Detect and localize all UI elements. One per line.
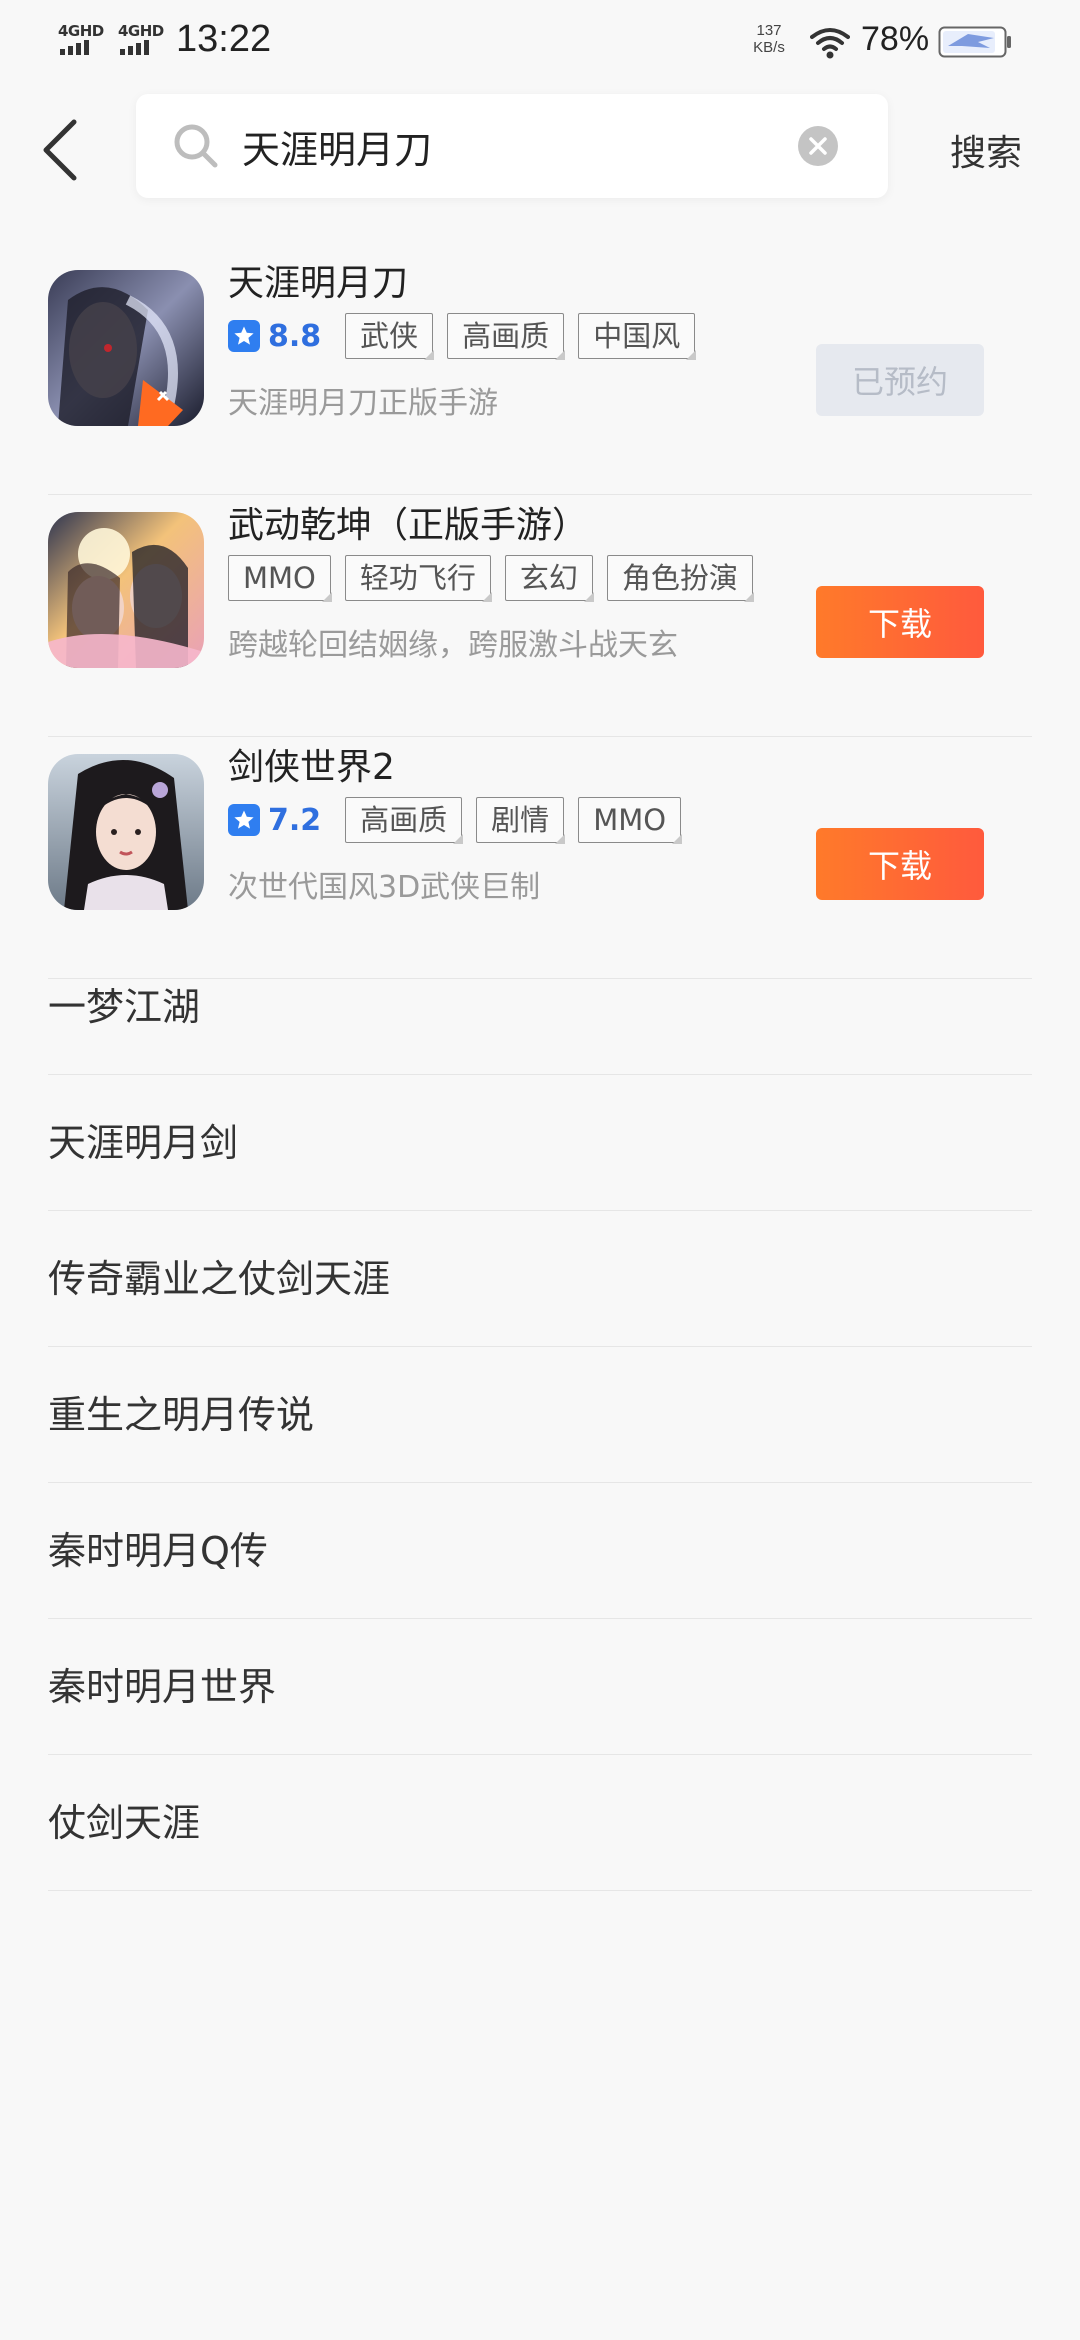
- network-speed-value: 137: [756, 22, 782, 39]
- cellular-signal-2-icon: 4GHD: [118, 22, 172, 60]
- search-input[interactable]: [242, 116, 802, 176]
- app-tag: MMO: [578, 797, 682, 844]
- app-meta: 8.8 武侠 高画质 中国风: [228, 312, 697, 360]
- app-name[interactable]: 武动乾坤（正版手游）: [228, 496, 588, 548]
- app-name[interactable]: 剑侠世界2: [228, 738, 395, 790]
- search-button[interactable]: 搜索: [950, 124, 1022, 176]
- app-tag: 中国风: [578, 313, 697, 360]
- app-result-row[interactable]: 天涯明月刀 8.8 武侠 高画质 中国风 天涯明月刀正版手游 已预约: [48, 254, 1032, 495]
- star-icon: [228, 804, 260, 836]
- app-tag: 高画质: [447, 313, 566, 360]
- app-tag: MMO: [228, 555, 332, 602]
- battery-icon: [938, 26, 1011, 58]
- app-tag: 高画质: [345, 797, 464, 844]
- app-tag: 轻功飞行: [344, 555, 492, 602]
- status-time: 13:22: [176, 18, 272, 60]
- network-speed: 137 KB/s: [748, 22, 790, 56]
- app-name[interactable]: 天涯明月刀: [228, 254, 408, 306]
- reserved-button[interactable]: 已预约: [816, 344, 984, 416]
- app-tag: 角色扮演: [606, 555, 754, 602]
- app-tag: 武侠: [345, 313, 435, 360]
- suggestion-item[interactable]: 传奇霸业之仗剑天涯: [48, 1212, 1032, 1347]
- suggestion-item[interactable]: 仗剑天涯: [48, 1756, 1032, 1891]
- network-type-1: 4GHD: [58, 22, 104, 40]
- app-result-row[interactable]: 武动乾坤（正版手游） MMO 轻功飞行 玄幻 角色扮演 跨越轮回结姻缘，跨服激斗…: [48, 496, 1032, 737]
- suggestion-item[interactable]: 重生之明月传说: [48, 1348, 1032, 1483]
- suggestion-item[interactable]: 一梦江湖: [48, 940, 1032, 1075]
- app-icon-tianya[interactable]: [48, 270, 204, 426]
- back-button[interactable]: [38, 118, 88, 182]
- app-icon-jianxia[interactable]: [48, 754, 204, 910]
- suggestion-item[interactable]: 秦时明月Q传: [48, 1484, 1032, 1619]
- cellular-signal-1-icon: 4GHD: [58, 22, 112, 60]
- app-tag: 剧情: [476, 797, 566, 844]
- search-icon: [174, 124, 218, 168]
- clear-icon[interactable]: [798, 126, 838, 166]
- app-icon-wudong[interactable]: [48, 512, 204, 668]
- app-description: 次世代国风3D武侠巨制: [228, 870, 541, 905]
- app-rating: 7.2: [228, 803, 321, 838]
- suggestion-item[interactable]: 秦时明月世界: [48, 1620, 1032, 1755]
- rating-score: 8.8: [268, 318, 322, 354]
- app-rating: 8.8: [228, 319, 321, 354]
- app-description: 跨越轮回结姻缘，跨服激斗战天玄: [228, 628, 678, 663]
- suggestion-item[interactable]: 天涯明月剑: [48, 1076, 1032, 1211]
- battery-percentage: 78%: [861, 20, 930, 58]
- network-type-2: 4GHD: [118, 22, 164, 40]
- app-tag: 玄幻: [504, 555, 594, 602]
- wifi-icon: [810, 28, 850, 59]
- rating-score: 7.2: [268, 802, 322, 838]
- status-bar: 4GHD 4GHD 13:22 137 KB/s 78%: [0, 0, 1080, 84]
- download-button[interactable]: 下载: [816, 828, 984, 900]
- search-bar: [136, 94, 888, 198]
- download-button[interactable]: 下载: [816, 586, 984, 658]
- app-meta: MMO 轻功飞行 玄幻 角色扮演: [228, 554, 754, 602]
- network-speed-unit: KB/s: [753, 39, 785, 56]
- star-icon: [228, 320, 260, 352]
- chevron-left-icon: [43, 119, 77, 181]
- app-description: 天涯明月刀正版手游: [228, 386, 498, 421]
- app-meta: 7.2 高画质 剧情 MMO: [228, 796, 682, 844]
